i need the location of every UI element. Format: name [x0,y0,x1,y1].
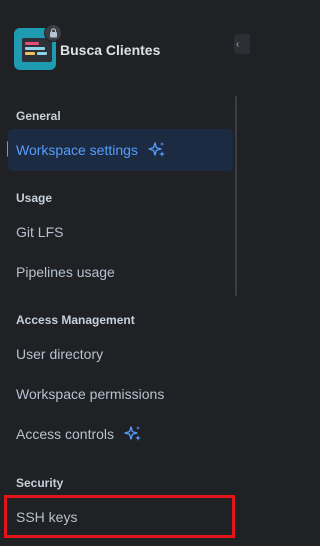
sidebar-item-access-controls[interactable]: Access controls [16,425,142,443]
sidebar-scrollbar[interactable] [235,96,237,296]
sidebar-item-workspace-permissions[interactable]: Workspace permissions [16,386,164,402]
section-security: Security [16,476,64,490]
sparkle-icon [124,425,142,443]
sidebar-item-user-directory[interactable]: User directory [16,346,103,362]
settings-sidebar: Busca Clientes ‹ General Workspace setti… [0,0,250,546]
lock-icon [44,24,62,42]
section-usage: Usage [16,191,53,205]
section-access-management: Access Management [16,313,135,327]
sidebar-item-workspace-settings[interactable]: Workspace settings [8,129,233,171]
workspace-name: Busca Clientes [60,42,161,58]
sidebar-item-label: Workspace permissions [16,386,165,402]
sidebar-item-label: Git LFS [16,224,64,240]
section-general: General [16,109,61,123]
sparkle-icon [148,141,166,159]
collapse-chevron-icon[interactable]: ‹ [234,34,250,54]
sidebar-item-label: User directory [16,346,104,362]
sidebar-item-label: Access controls [16,426,115,442]
highlight-box [4,495,235,538]
workspace-header[interactable]: Busca Clientes [14,24,234,76]
sidebar-item-git-lfs[interactable]: Git LFS [16,224,63,240]
sidebar-item-label: Workspace settings [16,142,138,158]
sidebar-item-label: Pipelines usage [16,264,115,280]
sidebar-item-pipelines-usage[interactable]: Pipelines usage [16,264,115,280]
